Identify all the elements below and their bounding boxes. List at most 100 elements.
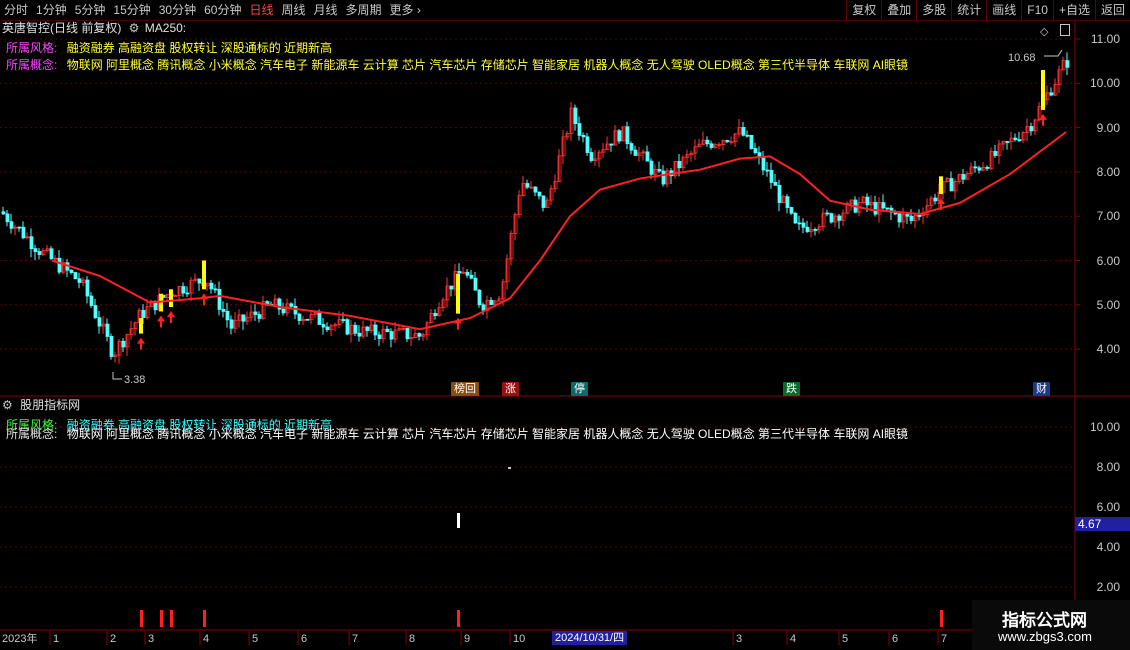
candle-body: [709, 143, 714, 148]
buy-arrow-icon: [137, 337, 145, 350]
candle-body: [589, 152, 594, 161]
candle-body: [1005, 141, 1010, 143]
candle-body: [173, 295, 178, 298]
price-tick: 11.00: [1090, 32, 1120, 46]
candle-body: [281, 308, 286, 314]
candle-body: [829, 213, 834, 223]
candle-body: [805, 226, 810, 232]
candle-body: [581, 134, 586, 138]
price-tick: 4.00: [1096, 342, 1120, 357]
candle-body: [481, 304, 486, 311]
diamond-icon[interactable]: ◇: [1040, 25, 1048, 38]
candle-body: [753, 148, 758, 154]
lower-signal-bar: [940, 610, 943, 627]
candle-body: [9, 221, 14, 229]
buy-arrow-icon: [200, 293, 208, 306]
low-pointer: [112, 372, 122, 380]
candle-body: [69, 269, 74, 273]
candle-body: [797, 222, 802, 225]
event-tag[interactable]: 跌: [783, 382, 800, 396]
candle-body: [197, 278, 202, 284]
candle-body: [825, 212, 830, 215]
timeline-month: 5: [252, 633, 259, 645]
candle-body: [633, 149, 638, 156]
candle-body: [473, 277, 478, 291]
candle-body: [625, 126, 630, 144]
indicator-tick: 4.00: [1096, 540, 1120, 554]
candle-body: [293, 305, 298, 315]
candle-body: [489, 299, 494, 305]
candle-body: [949, 178, 954, 192]
lower-signal-bars: [140, 610, 1045, 627]
candle-body: [57, 257, 62, 273]
candle-body: [373, 324, 378, 336]
candle-body: [585, 136, 590, 153]
candle-body: [73, 272, 78, 280]
candle-body: [389, 331, 394, 340]
watermark: 指标公式网 www.zbgs3.com: [972, 600, 1130, 650]
candle-body: [297, 313, 302, 321]
timeline-month: 9: [464, 633, 471, 645]
candle-body: [977, 167, 982, 171]
lower-signal-bar: [170, 610, 173, 627]
price-tick: 9.00: [1096, 120, 1120, 135]
candle-body: [121, 340, 126, 348]
candle-body: [1013, 137, 1018, 141]
timeline-month: 3: [148, 633, 155, 645]
signal-bar: [456, 273, 460, 314]
lower-signal-bar: [140, 610, 143, 627]
kline-chart[interactable]: 3.38 10.68: [0, 0, 1130, 650]
candle-body: [213, 288, 218, 291]
candle-body: [241, 314, 246, 322]
event-tag[interactable]: 涨: [502, 382, 519, 396]
timeline-month: 6: [301, 633, 308, 645]
candle-body: [645, 151, 650, 162]
candle-body: [813, 229, 818, 231]
buy-arrows-group: [137, 113, 1047, 350]
candle-body: [885, 207, 890, 210]
candle-body: [897, 213, 902, 223]
buy-arrow-icon: [167, 311, 175, 324]
candle-body: [345, 319, 350, 335]
timeline-month: 4: [203, 633, 210, 645]
price-tick: 10.00: [1089, 76, 1120, 91]
candle-body: [257, 314, 262, 319]
signal-bar: [939, 176, 943, 195]
candle-body: [677, 160, 682, 169]
candles-group: [1, 52, 1070, 364]
settings-gear-icon[interactable]: ⚙: [2, 398, 13, 412]
candle-body: [1065, 60, 1070, 68]
candle-body: [1049, 92, 1054, 96]
signal-bar: [169, 289, 173, 308]
candle-body: [357, 332, 362, 337]
event-tag[interactable]: 财: [1033, 382, 1050, 396]
timeline-month: 2: [110, 633, 117, 645]
candle-body: [29, 236, 34, 250]
candle-body: [229, 319, 234, 329]
candle-body: [181, 286, 186, 294]
candle-body: [417, 333, 422, 337]
candle-body: [725, 140, 730, 143]
candle-body: [377, 334, 382, 339]
timeline-month: 3: [736, 633, 743, 645]
candle-body: [469, 274, 474, 279]
lower-panel-header: ⚙ 股朋指标网: [2, 398, 80, 412]
candle-body: [609, 143, 614, 146]
price-tick: 7.00: [1096, 209, 1120, 224]
candle-body: [77, 278, 82, 283]
candle-body: [629, 143, 634, 151]
candle-body: [1029, 126, 1034, 132]
candle-body: [221, 309, 226, 312]
event-tag[interactable]: 榜回: [451, 382, 479, 396]
candle-body: [525, 183, 530, 188]
candle-body: [1, 211, 6, 215]
candle-body: [93, 305, 98, 319]
candle-body: [985, 166, 990, 169]
high-pointer: [1044, 49, 1063, 57]
timeline-month: 10: [513, 633, 526, 645]
signal-bar: [202, 260, 206, 290]
expand-icon[interactable]: [1060, 24, 1070, 36]
candle-body: [661, 170, 666, 185]
candle-body: [577, 123, 582, 136]
event-tag[interactable]: 停: [571, 382, 588, 396]
